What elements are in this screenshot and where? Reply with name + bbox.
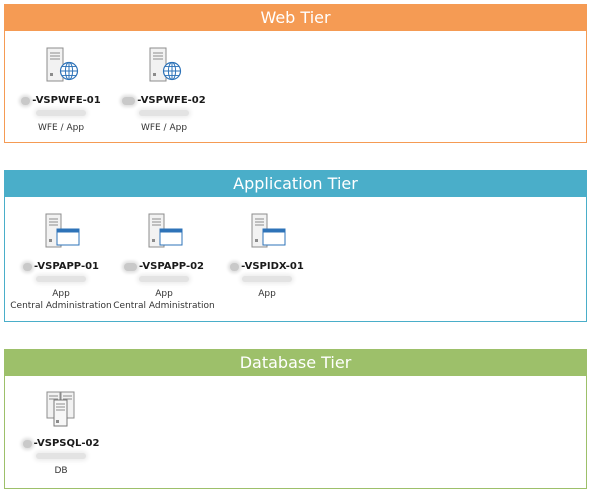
server-role: DB [54,466,68,476]
web-tier-body: -VSPWFE-01 WFE / App -VSPWFE-02 WFE / Ap… [4,31,587,143]
server-name: -VSPWFE-02 [137,95,206,106]
server-name: -VSPIDX-01 [241,261,304,272]
web-server-globe-icon [149,47,182,82]
server-role-secondary: Central Administration [10,301,112,311]
server-wfe-01[interactable]: -VSPWFE-01 WFE / App [8,45,114,134]
web-tier: Web Tier -VSPWFE-01 WFE / App -VSPWFE-02… [4,4,587,143]
database-server-cluster-icon [46,391,75,427]
redacted-detail [36,276,86,282]
server-role: WFE / App [140,123,188,133]
redacted-prefix [21,96,31,105]
redacted-prefix [122,96,136,105]
server-role: App [155,289,173,299]
redacted-prefix [22,262,32,271]
application-tier-body: -VSPAPP-01 App Central Administration -V… [4,197,587,322]
server-sql-02[interactable]: -VSPSQL-02 DB [8,388,114,477]
application-server-window-icon [251,213,286,248]
application-server-window-icon [45,213,80,248]
server-name: -VSPSQL-02 [33,438,100,449]
server-wfe-02[interactable]: -VSPWFE-02 WFE / App [111,45,217,134]
redacted-detail [139,276,189,282]
redacted-detail [139,110,189,116]
application-tier-title: Application Tier [4,170,587,197]
server-app-01[interactable]: -VSPAPP-01 App Central Administration [8,211,114,312]
database-tier-title: Database Tier [4,349,587,376]
redacted-prefix [230,262,240,271]
server-idx-01[interactable]: -VSPIDX-01 App [214,211,320,300]
redacted-detail [36,110,86,116]
redacted-detail [36,453,86,459]
server-app-02[interactable]: -VSPAPP-02 App Central Administration [111,211,217,312]
server-role: App [258,289,276,299]
server-role: App [52,289,70,299]
server-name: -VSPWFE-01 [32,95,101,106]
redacted-prefix [123,262,137,271]
server-role: WFE / App [37,123,85,133]
database-tier: Database Tier -VSPSQL-02 DB [4,349,587,489]
redacted-prefix [22,439,32,448]
web-server-globe-icon [46,47,79,82]
server-role-secondary: Central Administration [113,301,215,311]
database-tier-body: -VSPSQL-02 DB [4,376,587,489]
application-server-window-icon [148,213,183,248]
server-name: -VSPAPP-01 [33,261,100,272]
redacted-detail [242,276,292,282]
application-tier: Application Tier -VSPAPP-01 App Central … [4,170,587,322]
server-name: -VSPAPP-02 [138,261,205,272]
web-tier-title: Web Tier [4,4,587,31]
